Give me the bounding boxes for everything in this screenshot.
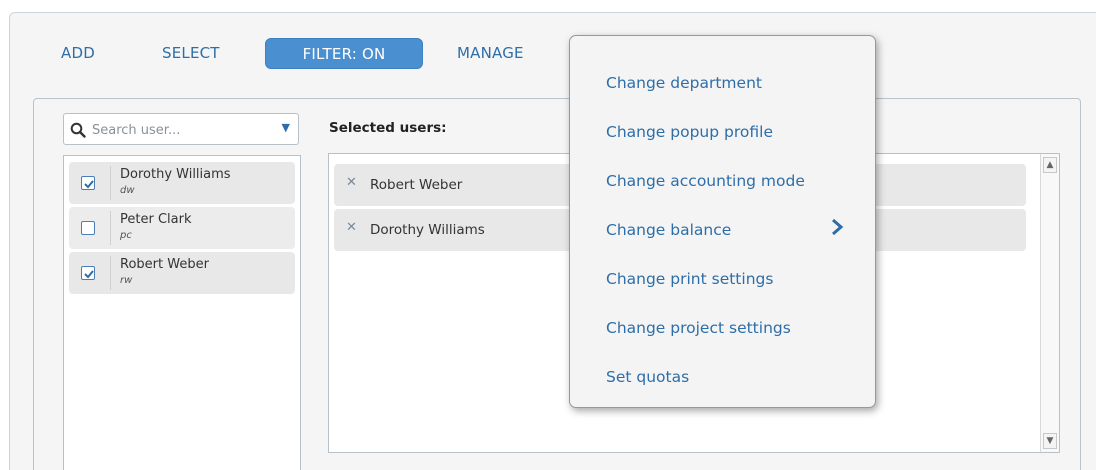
list-item[interactable]: Dorothy Williams dw [69,162,295,204]
menu-item-change-department[interactable]: Change department [606,70,762,96]
close-icon[interactable]: ✕ [346,220,357,235]
close-icon[interactable]: ✕ [346,175,357,190]
chevron-right-icon[interactable] [830,218,844,236]
checkbox-icon[interactable] [81,221,95,235]
user-id: rw [120,275,133,286]
scrollbar[interactable]: ▲ ▼ [1040,154,1059,452]
user-name: Dorothy Williams [120,167,231,182]
checkbox-icon[interactable] [81,266,95,280]
selected-users-heading: Selected users: [329,120,447,136]
menu-item-change-popup-profile[interactable]: Change popup profile [606,119,773,145]
list-item[interactable]: Robert Weber rw [69,252,295,294]
toolbar: ADD SELECT FILTER: ON MANAGE [0,0,1096,90]
menu-item-change-balance[interactable]: Change balance [606,217,731,243]
user-id: pc [120,230,132,241]
manage-button[interactable]: MANAGE [457,38,524,68]
list-item[interactable]: Peter Clark pc [69,207,295,249]
menu-item-change-print-settings[interactable]: Change print settings [606,266,773,292]
filter-toggle-button[interactable]: FILTER: ON [265,38,423,69]
chevron-up-icon[interactable]: ▲ [1043,157,1057,173]
caret-down-icon[interactable]: ▼ [282,121,290,134]
row-divider [110,256,111,290]
user-search-box[interactable]: ▼ [63,113,299,145]
select-button[interactable]: SELECT [162,38,220,68]
search-icon [70,122,86,138]
selected-user-name: Robert Weber [370,177,463,193]
row-divider [110,211,111,245]
add-button[interactable]: ADD [61,38,95,68]
user-id: dw [120,185,135,196]
checkbox-icon[interactable] [81,176,95,190]
manage-dropdown-menu: Change department Change popup profile C… [569,35,876,408]
row-divider [110,166,111,200]
chevron-down-icon[interactable]: ▼ [1043,433,1057,449]
search-input[interactable] [92,118,267,142]
menu-item-change-accounting-mode[interactable]: Change accounting mode [606,168,805,194]
user-name: Robert Weber [120,257,209,272]
user-name: Peter Clark [120,212,192,227]
menu-item-set-quotas[interactable]: Set quotas [606,364,689,390]
selected-user-name: Dorothy Williams [370,222,485,238]
menu-item-change-project-settings[interactable]: Change project settings [606,315,791,341]
user-list: Dorothy Williams dw Peter Clark pc Rober… [63,155,301,470]
